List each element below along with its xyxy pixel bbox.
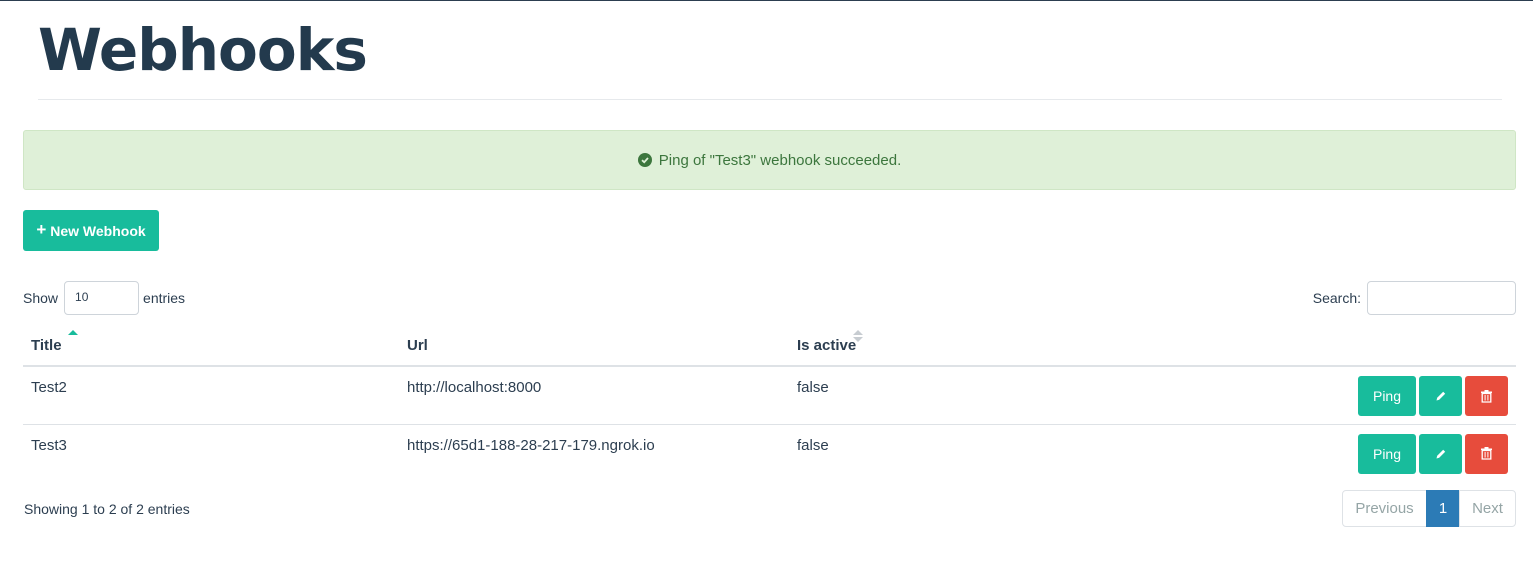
length-control: Show 10 entries [23,281,185,315]
sort-ascending-icon [68,330,78,335]
alert-message: Ping of "Test3" webhook succeeded. [658,151,902,169]
entries-per-page-select[interactable]: 10 [64,281,140,315]
ping-button[interactable]: Ping [1358,376,1416,416]
page-1-button[interactable]: 1 [1426,490,1460,527]
cell-title: Test2 [23,366,399,425]
title-divider [38,99,1502,100]
column-header-actions [1089,325,1516,367]
edit-button[interactable] [1419,433,1462,474]
next-page-button[interactable]: Next [1459,490,1516,527]
cell-is-active: false [797,436,829,454]
cell-is-active: false [789,366,1089,425]
page-title: Webhooks [38,16,368,84]
trash-icon [1481,447,1492,460]
cell-title: Test3 [31,436,67,454]
search-label: Search: [1312,290,1361,306]
column-header-url[interactable]: Url [399,325,789,367]
sort-icon [853,330,863,344]
new-webhook-button[interactable]: + New Webhook [23,210,159,251]
previous-page-button[interactable]: Previous [1342,490,1427,527]
column-header-is-active[interactable]: Is active [789,325,1089,367]
table-row: Test2 http://localhost:8000 false Ping [23,366,1516,425]
entries-label: entries [143,290,186,306]
cell-url: http://localhost:8000 [399,366,789,425]
cell-actions: Ping [1089,366,1516,425]
ping-button[interactable]: Ping [1358,433,1416,474]
success-alert: Ping of "Test3" webhook succeeded. [23,130,1516,190]
table-header-row: Title Url Is active [23,325,1516,367]
table-info: Showing 1 to 2 of 2 entries [24,501,190,517]
table-row: Test3 https://65d1-188-28-217-179.ngrok.… [23,424,1516,482]
cell-url: https://65d1-188-28-217-179.ngrok.io [407,436,655,454]
webhooks-table: Title Url Is active Test2 http://localho… [23,325,1516,482]
search-control: Search: [1313,281,1516,315]
cell-actions: Ping [1089,424,1516,482]
show-label: Show [23,290,59,306]
top-border [0,0,1533,1]
pencil-icon [1436,391,1445,401]
search-input[interactable] [1367,281,1516,315]
delete-button[interactable] [1465,376,1508,416]
trash-icon [1481,389,1492,403]
delete-button[interactable] [1465,433,1508,474]
pencil-icon [1436,449,1445,458]
check-circle-icon [637,153,652,167]
edit-button[interactable] [1419,376,1462,416]
column-header-title[interactable]: Title [23,325,399,367]
pagination: Previous 1 Next [1342,490,1516,527]
plus-icon: + [36,220,47,239]
new-webhook-label: New Webhook [50,222,146,239]
